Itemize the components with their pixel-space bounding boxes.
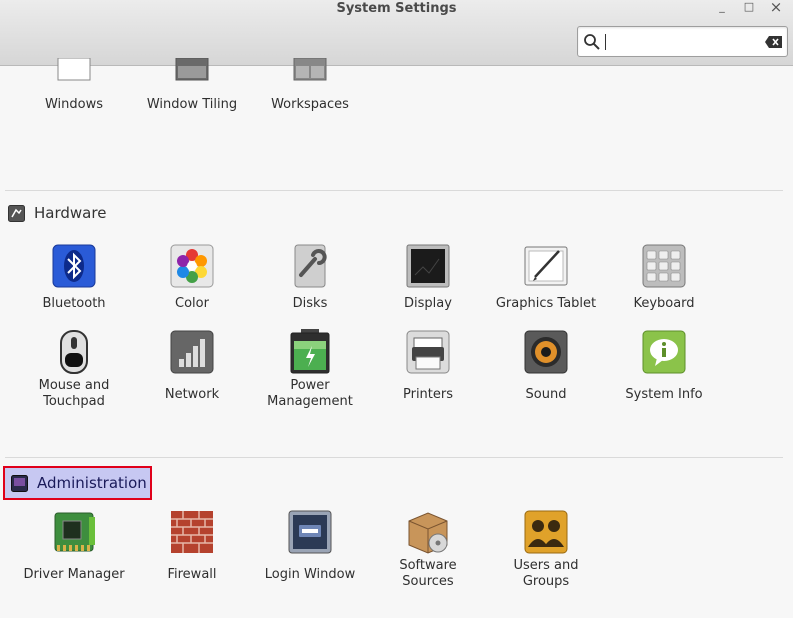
item-label: Disks <box>292 296 328 311</box>
login-window-icon <box>288 510 332 554</box>
item-label: Network <box>164 387 220 402</box>
category-title: Hardware <box>34 204 107 222</box>
minimize-button[interactable]: _ <box>713 0 731 14</box>
item-label: Color <box>175 296 209 311</box>
item-label: Power Management <box>267 378 353 409</box>
workspaces-icon <box>293 58 327 81</box>
windows-icon <box>57 58 91 81</box>
firewall-icon <box>171 511 213 553</box>
clear-icon[interactable] <box>765 36 782 48</box>
category-hardware[interactable]: Hardware <box>8 204 106 222</box>
disks-icon <box>294 244 327 288</box>
users-groups-icon <box>524 510 568 554</box>
item-graphics-tablet[interactable]: Graphics Tablet <box>487 243 605 312</box>
printer-icon <box>406 330 450 374</box>
item-label: Mouse and Touchpad <box>38 378 110 409</box>
item-label: Workspaces <box>271 97 349 112</box>
titlebar: System Settings _ □ × <box>0 0 793 66</box>
item-firewall[interactable]: Firewall <box>133 509 251 583</box>
item-label: Printers <box>402 387 454 402</box>
search-input[interactable] <box>604 32 764 52</box>
item-bluetooth[interactable]: Bluetooth <box>15 243 133 312</box>
separator <box>5 457 783 458</box>
item-disks[interactable]: Disks <box>251 243 369 312</box>
item-network[interactable]: Network <box>133 329 251 403</box>
item-login-window[interactable]: Login Window <box>251 509 369 583</box>
item-workspaces[interactable]: Workspaces <box>251 58 369 113</box>
item-users-groups[interactable]: Users and Groups <box>487 509 605 590</box>
category-administration[interactable]: Administration <box>3 466 152 500</box>
battery-icon <box>290 329 330 374</box>
item-driver-manager[interactable]: Driver Manager <box>15 509 133 583</box>
keyboard-icon <box>642 244 686 288</box>
separator <box>5 190 783 191</box>
administration-icon <box>11 474 28 492</box>
category-title: Administration <box>37 474 147 492</box>
item-label: Firewall <box>167 567 217 582</box>
window-tiling-icon <box>175 58 209 81</box>
network-icon <box>170 330 214 374</box>
item-printers[interactable]: Printers <box>369 329 487 403</box>
mouse-icon <box>60 330 88 374</box>
item-label: Users and Groups <box>513 558 579 589</box>
window-title: System Settings <box>336 1 457 16</box>
item-label: Keyboard <box>633 296 695 311</box>
search-icon <box>584 34 600 50</box>
bluetooth-icon <box>52 244 96 288</box>
item-mouse-touchpad[interactable]: Mouse and Touchpad <box>15 329 133 410</box>
settings-content: Windows Window Tiling Workspaces Hardwar… <box>0 58 793 618</box>
software-sources-icon <box>408 512 448 554</box>
item-label: Bluetooth <box>42 296 106 311</box>
item-label: Display <box>404 296 452 311</box>
item-label: Window Tiling <box>146 97 238 112</box>
search-box[interactable] <box>577 26 788 57</box>
item-sound[interactable]: Sound <box>487 329 605 403</box>
info-icon <box>642 330 686 374</box>
display-icon <box>406 244 450 288</box>
hardware-icon <box>8 204 25 222</box>
item-label: Software Sources <box>399 558 457 589</box>
item-label: System Info <box>625 387 703 402</box>
color-icon <box>170 244 214 288</box>
item-label: Sound <box>525 387 567 402</box>
item-window-tiling[interactable]: Window Tiling <box>133 58 251 113</box>
item-label: Driver Manager <box>23 567 125 582</box>
graphics-tablet-icon <box>524 246 568 286</box>
maximize-button[interactable]: □ <box>740 0 758 14</box>
close-button[interactable]: × <box>767 0 785 15</box>
driver-manager-icon <box>54 512 95 552</box>
item-label: Login Window <box>264 567 356 582</box>
item-software-sources[interactable]: Software Sources <box>369 509 487 590</box>
item-keyboard[interactable]: Keyboard <box>605 243 723 312</box>
item-label: Windows <box>44 97 104 112</box>
item-display[interactable]: Display <box>369 243 487 312</box>
item-system-info[interactable]: System Info <box>605 329 723 403</box>
speaker-icon <box>524 330 568 374</box>
item-windows[interactable]: Windows <box>15 58 133 113</box>
item-label: Graphics Tablet <box>495 296 597 311</box>
item-power-management[interactable]: Power Management <box>251 329 369 410</box>
item-color[interactable]: Color <box>133 243 251 312</box>
